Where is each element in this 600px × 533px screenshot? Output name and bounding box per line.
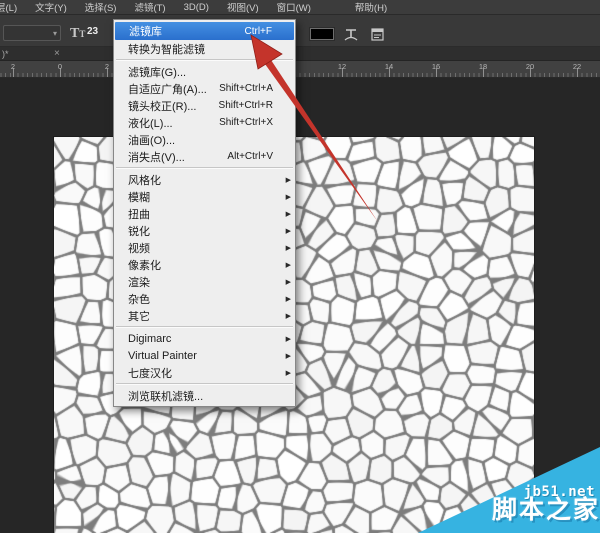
ruler-number: 20 xyxy=(526,62,534,71)
menu-separator xyxy=(116,59,293,61)
filter-menu-item[interactable]: 其它 ▶ xyxy=(114,307,295,324)
submenu-arrow-icon: ▶ xyxy=(286,278,291,286)
menu-item-label: 液化(L)... xyxy=(128,115,211,131)
ruler-number: 18 xyxy=(479,62,487,71)
ruler-number: 2 xyxy=(105,62,109,71)
submenu-arrow-icon: ▶ xyxy=(286,295,291,303)
filter-menu-item[interactable]: 油画(O)... xyxy=(114,131,295,148)
submenu-arrow-icon: ▶ xyxy=(286,352,291,360)
chevron-down-icon: ▾ xyxy=(53,29,57,38)
photoshop-window: 层(L)文字(Y)选择(S)滤镜(T)3D(D)视图(V)窗口(W)帮助(H) … xyxy=(0,0,600,533)
filter-menu-item[interactable]: 模糊 ▶ xyxy=(114,188,295,205)
menu-item-label: 风格化 xyxy=(128,172,273,188)
menu-item-label: 滤镜库(G)... xyxy=(128,64,273,80)
filter-menu-item[interactable]: Digimarc ▶ xyxy=(114,330,295,347)
filter-menu-item[interactable]: 像素化 ▶ xyxy=(114,256,295,273)
menu-bar: 层(L) 文字(Y) 选择(S) 滤镜(T) 3D(D) 视图(V) 窗口(W) 帮助(H) xyxy=(0,0,600,15)
filter-menu-item[interactable]: 液化(L)... Shift+Ctrl+X xyxy=(114,114,295,131)
menubar-item[interactable]: 3D(D) xyxy=(182,2,211,13)
menu-item-shortcut: Shift+Ctrl+R xyxy=(219,100,273,111)
menubar-item[interactable]: 层(L) xyxy=(0,0,19,14)
watermark-name-text: 脚本之家 xyxy=(492,498,600,523)
submenu-arrow-icon: ▶ xyxy=(286,210,291,218)
font-size-icon: TT xyxy=(70,24,85,42)
ruler-major-ticks xyxy=(0,68,600,77)
menu-item-label: 扭曲 xyxy=(128,206,273,222)
menu-item-label: 消失点(V)... xyxy=(128,149,219,165)
ruler-number: 0 xyxy=(58,62,62,71)
submenu-arrow-icon: ▶ xyxy=(286,227,291,235)
filter-menu-item[interactable]: 消失点(V)... Alt+Ctrl+V xyxy=(114,148,295,165)
text-color-swatch[interactable] xyxy=(310,28,334,40)
horizontal-ruler: 202121416182022 xyxy=(0,61,600,78)
filter-menu-item[interactable]: 渲染 ▶ xyxy=(114,273,295,290)
toggle-panels-icon[interactable] xyxy=(370,27,385,47)
ruler-number: 2 xyxy=(11,62,15,71)
filter-menu-item[interactable]: 镜头校正(R)... Shift+Ctrl+R xyxy=(114,97,295,114)
close-icon[interactable]: × xyxy=(54,48,60,59)
filter-menu-item[interactable]: 七度汉化 ▶ xyxy=(114,364,295,381)
submenu-arrow-icon: ▶ xyxy=(286,193,291,201)
menu-item-shortcut: Shift+Ctrl+A xyxy=(219,83,273,94)
ruler-number: 16 xyxy=(432,62,440,71)
filter-menu-item[interactable]: 锐化 ▶ xyxy=(114,222,295,239)
menu-separator xyxy=(116,326,293,328)
menu-item-label: 模糊 xyxy=(128,189,273,205)
filter-menu-item[interactable]: 杂色 ▶ xyxy=(114,290,295,307)
menu-item-shortcut: Shift+Ctrl+X xyxy=(219,117,273,128)
menu-item-label: 杂色 xyxy=(128,291,273,307)
menu-item-shortcut: Ctrl+F xyxy=(245,26,273,37)
menu-separator xyxy=(116,383,293,385)
menu-item-label: 七度汉化 xyxy=(128,365,273,381)
filter-dropdown-menu: 滤镜库 Ctrl+F 转换为智能滤镜滤镜库(G)...自适应广角(A)... Shif… xyxy=(113,19,296,407)
submenu-arrow-icon: ▶ xyxy=(286,261,291,269)
menubar-item[interactable]: 选择(S) xyxy=(83,0,119,14)
filter-menu-item[interactable]: 风格化 ▶ xyxy=(114,171,295,188)
submenu-arrow-icon: ▶ xyxy=(286,244,291,252)
menu-item-label: 渲染 xyxy=(128,274,273,290)
menubar-item[interactable]: 文字(Y) xyxy=(33,0,69,14)
menu-item-label: 油画(O)... xyxy=(128,132,273,148)
ruler-number: 22 xyxy=(573,62,581,71)
submenu-arrow-icon: ▶ xyxy=(286,335,291,343)
menubar-item[interactable]: 滤镜(T) xyxy=(132,0,167,14)
menu-item-label: 自适应广角(A)... xyxy=(128,81,211,97)
font-family-dropdown[interactable]: ▾ xyxy=(3,25,61,41)
ruler-number: 12 xyxy=(338,62,346,71)
document-tab-title[interactable]: )* xyxy=(2,49,9,59)
menu-separator xyxy=(116,167,293,169)
filter-menu-item[interactable]: 自适应广角(A)... Shift+Ctrl+A xyxy=(114,80,295,97)
menu-item-shortcut: Alt+Ctrl+V xyxy=(227,151,273,162)
document-tab-strip: )* × xyxy=(0,47,600,61)
ruler-number: 14 xyxy=(385,62,393,71)
filter-menu-item[interactable]: 转换为智能滤镜 xyxy=(114,40,295,57)
menu-item-label: Digimarc xyxy=(128,333,273,345)
menubar-item[interactable]: 视图(V) xyxy=(225,0,261,14)
font-size-value[interactable]: 23 xyxy=(87,26,98,37)
menu-item-label: 转换为智能滤镜 xyxy=(128,41,273,57)
menubar-item[interactable]: 窗口(W) xyxy=(275,0,313,14)
menu-item-label: Virtual Painter xyxy=(128,350,273,362)
filter-menu-item[interactable]: 滤镜库(G)... xyxy=(114,63,295,80)
menu-item-label: 浏览联机滤镜... xyxy=(128,388,273,404)
submenu-arrow-icon: ▶ xyxy=(286,369,291,377)
menu-item-label: 其它 xyxy=(128,308,273,324)
filter-menu-item[interactable]: Virtual Painter ▶ xyxy=(114,347,295,364)
options-bar: ▾ TT 23 xyxy=(0,15,600,47)
filter-menu-item[interactable]: 滤镜库 Ctrl+F xyxy=(115,22,294,40)
filter-menu-item[interactable]: 浏览联机滤镜... xyxy=(114,387,295,404)
menu-item-label: 视频 xyxy=(128,240,273,256)
menubar-item[interactable]: 帮助(H) xyxy=(353,0,389,14)
filter-menu-item[interactable]: 扭曲 ▶ xyxy=(114,205,295,222)
menu-item-label: 滤镜库 xyxy=(129,23,237,39)
filter-menu-item[interactable]: 视频 ▶ xyxy=(114,239,295,256)
submenu-arrow-icon: ▶ xyxy=(286,312,291,320)
menu-item-label: 像素化 xyxy=(128,257,273,273)
warp-text-icon[interactable] xyxy=(343,27,359,48)
menu-item-label: 锐化 xyxy=(128,223,273,239)
submenu-arrow-icon: ▶ xyxy=(286,176,291,184)
menu-item-label: 镜头校正(R)... xyxy=(128,98,211,114)
